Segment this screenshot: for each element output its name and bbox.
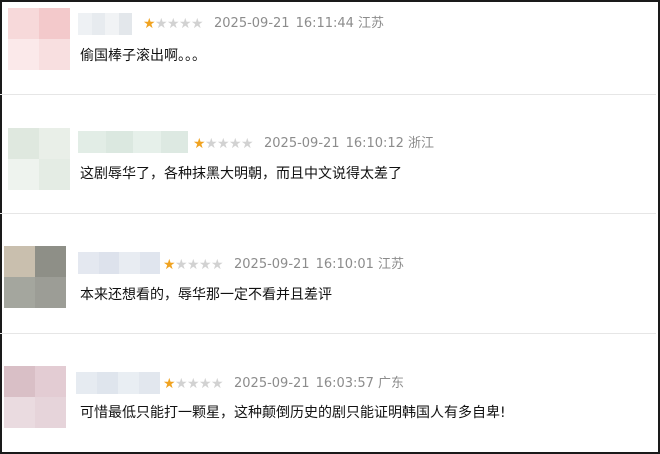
avatar-blur-block [4, 397, 35, 428]
star-empty-icon: ★ [167, 16, 180, 32]
avatar-blur-block [4, 246, 35, 277]
comment-meta: 2025-09-21 16:10:12 浙江 [264, 136, 434, 152]
star-rating: ★ ★ ★ ★ ★ [163, 257, 224, 273]
star-empty-icon: ★ [179, 16, 192, 32]
star-empty-icon: ★ [211, 376, 224, 392]
comment-meta: 2025-09-21 16:11:44 江苏 [214, 16, 384, 32]
username-blur-block [78, 131, 106, 153]
comment-text: 可惜最低只能打一颗星，这种颠倒历史的剧只能证明韩国人有多自卑! [80, 405, 506, 421]
star-empty-icon: ★ [199, 376, 212, 392]
star-filled-icon: ★ [163, 257, 176, 273]
star-empty-icon: ★ [205, 136, 218, 152]
comment-text: 偷国棒子滚出啊。。。 [80, 48, 206, 64]
comment-date: 2025-09-21 [214, 16, 290, 31]
avatar-blur-block [4, 277, 35, 308]
avatar[interactable] [4, 366, 66, 428]
comment-location: 广东 [377, 376, 404, 391]
star-empty-icon: ★ [187, 257, 200, 273]
username-blur-block [118, 13, 132, 35]
comment-time: 16:11:44 [295, 16, 354, 31]
username-blur-block [119, 252, 140, 274]
star-empty-icon: ★ [241, 136, 254, 152]
username-blur-block [97, 372, 118, 394]
username-blur-block [105, 13, 119, 35]
comment-time: 16:10:12 [345, 136, 404, 151]
username-blur-block [105, 131, 133, 153]
comment-time: 16:03:57 [315, 376, 374, 391]
username-blur-block [78, 13, 92, 35]
star-empty-icon: ★ [175, 257, 188, 273]
username-blurred[interactable] [76, 372, 160, 394]
comment-meta: 2025-09-21 16:03:57 广东 [234, 376, 404, 392]
star-empty-icon: ★ [191, 16, 204, 32]
username-blur-block [118, 372, 139, 394]
avatar[interactable] [4, 246, 66, 308]
star-empty-icon: ★ [187, 376, 200, 392]
star-rating: ★ ★ ★ ★ ★ [143, 16, 204, 32]
comment-text: 本来还想看的，辱华那一定不看并且差评 [80, 287, 332, 303]
username-blurred[interactable] [78, 252, 160, 274]
username-blurred[interactable] [78, 131, 188, 153]
comment-date: 2025-09-21 [234, 257, 310, 272]
username-blur-block [98, 252, 119, 274]
star-empty-icon: ★ [155, 16, 168, 32]
star-empty-icon: ★ [175, 376, 188, 392]
star-filled-icon: ★ [163, 376, 176, 392]
avatar[interactable] [8, 128, 70, 190]
comment-location: 江苏 [357, 16, 384, 31]
username-blur-block [91, 13, 105, 35]
username-blur-block [139, 372, 160, 394]
star-rating: ★ ★ ★ ★ ★ [163, 376, 224, 392]
comment-meta: 2025-09-21 16:10:01 江苏 [234, 257, 404, 273]
username-blur-block [76, 372, 97, 394]
avatar-blur-block [4, 366, 35, 397]
star-empty-icon: ★ [217, 136, 230, 152]
comment-date: 2025-09-21 [264, 136, 340, 151]
username-blur-block [133, 131, 161, 153]
avatar-blur-block [8, 159, 39, 190]
comment-divider [0, 333, 656, 334]
star-filled-icon: ★ [193, 136, 206, 152]
avatar-blur-block [8, 8, 39, 39]
avatar-blur-block [39, 128, 70, 159]
comment-divider [0, 213, 656, 214]
avatar-blur-block [35, 246, 66, 277]
star-empty-icon: ★ [199, 257, 212, 273]
avatar[interactable] [8, 8, 70, 70]
username-blurred[interactable] [78, 13, 132, 35]
avatar-blur-block [39, 8, 70, 39]
comment-divider [0, 94, 656, 95]
avatar-blur-block [8, 39, 39, 70]
avatar-blur-block [35, 277, 66, 308]
username-blur-block [139, 252, 160, 274]
comment-location: 江苏 [377, 257, 404, 272]
star-filled-icon: ★ [143, 16, 156, 32]
avatar-blur-block [39, 39, 70, 70]
avatar-blur-block [8, 128, 39, 159]
comment-location: 浙江 [407, 136, 434, 151]
star-empty-icon: ★ [211, 257, 224, 273]
comment-text: 这剧辱华了，各种抹黑大明朝，而且中文说得太差了 [80, 166, 402, 182]
comment-date: 2025-09-21 [234, 376, 310, 391]
username-blur-block [160, 131, 188, 153]
username-blur-block [78, 252, 99, 274]
avatar-blur-block [35, 397, 66, 428]
star-empty-icon: ★ [229, 136, 242, 152]
avatar-blur-block [35, 366, 66, 397]
star-rating: ★ ★ ★ ★ ★ [193, 136, 254, 152]
comment-time: 16:10:01 [315, 257, 374, 272]
avatar-blur-block [39, 159, 70, 190]
